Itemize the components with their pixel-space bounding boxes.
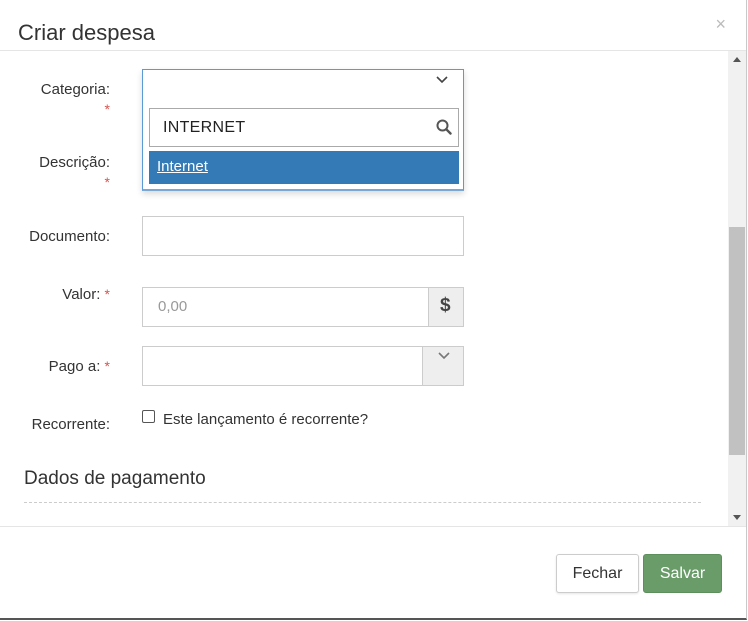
section-divider	[24, 502, 701, 503]
valor-input[interactable]: 0,00	[142, 287, 429, 327]
categoria-search-value: INTERNET	[163, 119, 246, 136]
pago-a-dropdown-button[interactable]	[422, 346, 464, 386]
valor-label: Valor: *	[20, 286, 110, 303]
create-expense-modal: Criar despesa × Categoria: * Descrição: …	[0, 0, 747, 620]
categoria-label: Categoria:	[20, 81, 110, 98]
documento-label: Documento:	[29, 228, 110, 245]
pago-a-label: Pago a: *	[20, 358, 110, 375]
modal-footer: Fechar Salvar	[0, 526, 746, 619]
recorrente-checkbox-label[interactable]: Este lançamento é recorrente?	[163, 411, 368, 428]
scrollbar[interactable]	[728, 51, 746, 526]
search-icon	[436, 119, 452, 135]
payment-section-title: Dados de pagamento	[24, 468, 206, 489]
categoria-option-internet[interactable]: Internet	[149, 151, 459, 184]
valor-required-mark: *	[104, 286, 110, 302]
save-button[interactable]: Salvar	[643, 554, 722, 593]
chevron-down-icon	[436, 76, 448, 84]
pago-a-select[interactable]	[142, 346, 423, 386]
close-button[interactable]: Fechar	[556, 554, 639, 593]
documento-field[interactable]	[142, 216, 464, 256]
pago-a-label-text: Pago a:	[48, 358, 101, 375]
valor-placeholder: 0,00	[158, 298, 188, 315]
scroll-thumb[interactable]	[729, 227, 745, 455]
chevron-down-icon	[438, 352, 450, 360]
close-icon[interactable]: ×	[715, 14, 726, 34]
categoria-required-mark: *	[104, 101, 110, 117]
modal-title: Criar despesa	[18, 20, 155, 45]
modal-body: Categoria: * Descrição: * Documento: Val…	[0, 51, 728, 526]
modal-header: Criar despesa ×	[0, 0, 746, 51]
valor-addon-text: $	[440, 295, 451, 316]
categoria-label-text: Categoria:	[40, 81, 110, 98]
pago-a-required-mark: *	[104, 358, 110, 374]
descricao-label-text: Descrição:	[39, 154, 110, 171]
option-label: Internet	[157, 158, 208, 175]
valor-label-text: Valor:	[62, 286, 101, 303]
recorrente-checkbox[interactable]	[142, 410, 155, 423]
descricao-required-mark: *	[104, 174, 110, 190]
descricao-label: Descrição:	[20, 154, 110, 171]
recorrente-label: Recorrente:	[31, 416, 110, 433]
scroll-down-arrow-icon[interactable]	[733, 515, 741, 520]
scroll-up-arrow-icon[interactable]	[733, 57, 741, 62]
dollar-icon: $	[428, 287, 464, 327]
categoria-search-input[interactable]: INTERNET	[149, 108, 459, 147]
